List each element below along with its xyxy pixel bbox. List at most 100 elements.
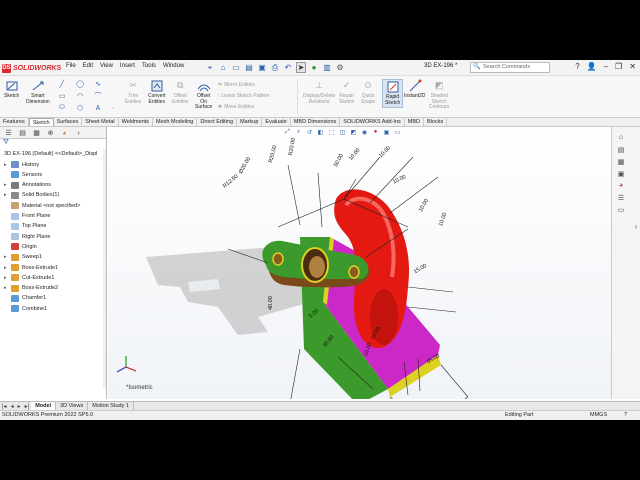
new-document-icon[interactable]: ▭ — [231, 62, 241, 73]
tree-item[interactable]: ▸ Solid Bodies(1) — [4, 191, 59, 199]
prev-tab-icon[interactable]: ◂ — [9, 403, 16, 410]
expand-panel-icon[interactable]: › — [74, 129, 83, 137]
slot-icon[interactable]: ⬭ — [57, 104, 67, 112]
offset-entities-button[interactable]: ⧉ Offset Entities — [172, 79, 188, 105]
view-palette-icon[interactable]: ▣ — [616, 169, 626, 178]
task-pane-collapse-icon[interactable]: › — [634, 223, 638, 232]
tab-surfaces[interactable]: Surfaces — [54, 118, 83, 126]
quick-snaps-button[interactable]: ⊙ Quick Snaps — [361, 79, 375, 105]
tab-sketch[interactable]: Sketch — [28, 118, 54, 126]
close-icon[interactable]: ✕ — [629, 62, 636, 71]
options-icon[interactable]: ⚙ — [335, 62, 345, 73]
tree-item[interactable]: ▸ Boss-Extrude2 — [4, 284, 58, 292]
display-manager-icon[interactable]: ◕ — [60, 129, 69, 137]
expand-arrow-icon[interactable]: ▸ — [4, 265, 11, 271]
tree-item[interactable]: Front Plane — [4, 212, 50, 220]
tree-item[interactable]: Right Plane — [4, 233, 50, 241]
next-tab-icon[interactable]: ▸ — [16, 403, 23, 410]
tab-mbd[interactable]: MBD — [405, 118, 424, 126]
tree-item[interactable]: Combine1 — [4, 305, 47, 313]
minimize-icon[interactable]: – — [604, 62, 608, 71]
tree-scrollbar[interactable] — [103, 149, 106, 389]
tree-item[interactable]: ▸ Boss-Extrude1 — [4, 264, 58, 271]
feature-manager-icon[interactable]: ☰ — [4, 129, 13, 137]
pin-icon[interactable]: ⌖ — [205, 62, 215, 73]
tab-blocks[interactable]: Blocks — [424, 118, 448, 126]
tab-markup[interactable]: Markup — [237, 118, 263, 126]
design-library-icon[interactable]: ▤ — [616, 145, 626, 154]
rebuild-icon[interactable]: ● — [309, 62, 319, 73]
tree-item[interactable]: Sensors — [4, 171, 42, 179]
instant2d-button[interactable]: Instant2D — [404, 79, 425, 100]
rapid-sketch-button[interactable]: Rapid Sketch — [382, 79, 404, 108]
shaded-sketch-contours-button[interactable]: ◩ Shaded Sketch Contours — [429, 79, 449, 111]
tab-features[interactable]: Features — [0, 118, 29, 126]
tree-item[interactable]: Top Plane — [4, 222, 46, 230]
convert-entities-button[interactable]: Convert Entities — [148, 79, 166, 105]
tab-motion-study[interactable]: Motion Study 1 — [88, 402, 134, 410]
tree-item[interactable]: ▸ Cut-Extrude1 — [4, 274, 54, 282]
rectangle-icon[interactable]: ▭ — [57, 92, 67, 100]
repair-sketch-button[interactable]: ✓ Repair Sketch — [339, 79, 354, 105]
tab-direct-editing[interactable]: Direct Editing — [197, 118, 238, 126]
menu-edit[interactable]: Edit — [83, 63, 93, 69]
tab-evaluate[interactable]: Evaluate — [262, 118, 291, 126]
tree-root-part[interactable]: 3D EX-196 (Default) <<Default>_Displ — [4, 151, 97, 157]
text-icon[interactable]: A — [93, 104, 103, 112]
offset-on-surface-button[interactable]: Offset On Surface — [195, 79, 212, 111]
forum-icon[interactable]: ▭ — [616, 205, 626, 214]
dimension-label[interactable]: 40.00 — [268, 296, 274, 310]
undo-icon[interactable]: ↶ — [283, 62, 293, 73]
last-tab-icon[interactable]: ▸| — [23, 403, 32, 410]
print-icon[interactable]: ⎙ — [270, 62, 280, 73]
linear-sketch-pattern-button[interactable]: ⁞ Linear Sketch Pattern — [218, 93, 269, 99]
custom-properties-icon[interactable]: ☰ — [616, 193, 626, 202]
restore-icon[interactable]: ❐ — [615, 62, 622, 71]
display-delete-relations-button[interactable]: ⊥ Display/Delete Relations — [303, 79, 335, 105]
property-manager-icon[interactable]: ▤ — [18, 129, 27, 137]
tree-item[interactable]: Origin — [4, 243, 37, 251]
smart-dimension-button[interactable]: Smart Dimension — [26, 79, 50, 105]
menu-window[interactable]: Window — [163, 63, 184, 69]
search-commands-input[interactable]: Search Commands — [470, 62, 550, 73]
sketch-button[interactable]: Sketch — [4, 79, 19, 100]
menu-insert[interactable]: Insert — [120, 63, 135, 69]
mirror-entities-button[interactable]: ⇋ Mirror Entities — [218, 82, 255, 88]
status-units[interactable]: MMGS — [590, 411, 607, 420]
point-icon[interactable]: · — [108, 104, 118, 112]
file-properties-icon[interactable]: ▥ — [322, 62, 332, 73]
tree-item[interactable]: Material <not specified> — [4, 202, 80, 210]
expand-arrow-icon[interactable]: ▸ — [4, 275, 11, 281]
file-explorer-icon[interactable]: ▦ — [616, 157, 626, 166]
tree-item[interactable]: ▸ History — [4, 161, 39, 168]
fillet-icon[interactable]: ⌒ — [93, 92, 103, 100]
select-icon[interactable]: ➤ — [296, 62, 306, 73]
tab-mbd-dimensions[interactable]: MBD Dimensions — [291, 118, 341, 126]
trim-entities-button[interactable]: ✂ Trim Entities — [125, 79, 141, 105]
expand-arrow-icon[interactable]: ▸ — [4, 162, 11, 168]
tree-item[interactable]: ▸ Annotations — [4, 181, 51, 189]
menu-view[interactable]: View — [100, 63, 113, 69]
save-icon[interactable]: ▣ — [257, 62, 267, 73]
status-help-icon[interactable]: ? — [624, 411, 627, 420]
help-icon[interactable]: ? — [575, 62, 579, 71]
appearances-icon[interactable]: ◕ — [616, 181, 626, 190]
graphics-area[interactable]: ⤢ ⌕ ↺ ◧ ⬚ ◫ ◩ ◉ ● ▣ ▭ R12.50 Ø20.00 R20.… — [108, 127, 611, 399]
spline-icon[interactable]: ∿ — [93, 80, 103, 88]
tab-3d-views[interactable]: 3D Views — [56, 402, 89, 410]
tab-addins[interactable]: SOLIDWORKS Add-Ins — [340, 118, 405, 126]
polygon-icon[interactable]: ⬡ — [75, 104, 85, 112]
tree-item[interactable]: ▸ Sweep1 — [4, 253, 42, 261]
move-entities-button[interactable]: ✥ Move Entities — [218, 104, 254, 110]
filter-icon[interactable]: ⛛ — [0, 139, 106, 149]
tab-weldments[interactable]: Weldments — [119, 118, 154, 126]
home-icon[interactable]: ⌂ — [218, 62, 228, 73]
expand-arrow-icon[interactable]: ▸ — [4, 254, 11, 260]
arc-icon[interactable]: ◠ — [75, 92, 85, 100]
expand-arrow-icon[interactable]: ▸ — [4, 285, 11, 291]
first-tab-icon[interactable]: |◂ — [0, 403, 9, 410]
configuration-manager-icon[interactable]: ▦ — [32, 129, 41, 137]
dimxpert-icon[interactable]: ⊕ — [46, 129, 55, 137]
expand-arrow-icon[interactable]: ▸ — [4, 192, 11, 198]
tab-mesh-modeling[interactable]: Mesh Modeling — [153, 118, 198, 126]
